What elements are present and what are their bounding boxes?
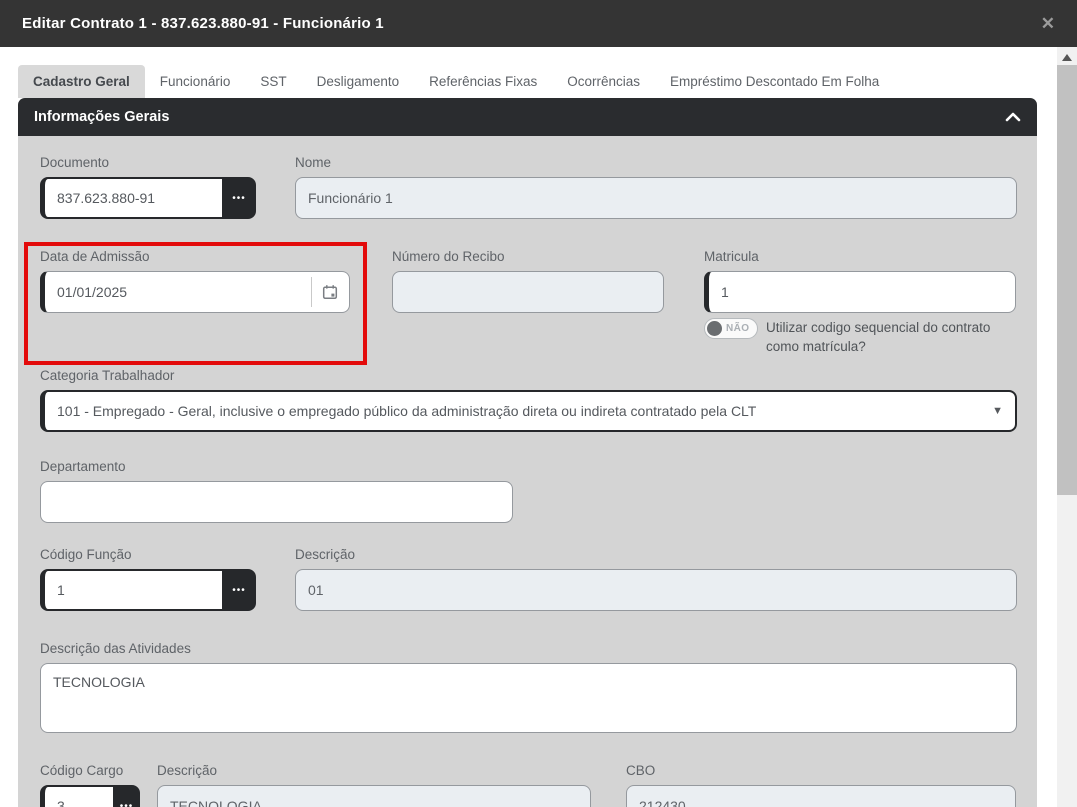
modal-content: Cadastro Geral Funcionário SST Desligame…	[0, 47, 1057, 807]
codigo-cargo-input[interactable]	[40, 785, 113, 807]
matricula-input[interactable]	[704, 271, 1016, 313]
descricao-atividades-label: Descrição das Atividades	[40, 641, 1017, 656]
edit-contract-modal: Editar Contrato 1 - 837.623.880-91 - Fun…	[0, 0, 1077, 807]
data-admissao-input[interactable]: 01/01/2025	[40, 271, 350, 313]
tab-cadastro-geral[interactable]: Cadastro Geral	[18, 65, 145, 98]
tab-ocorrencias[interactable]: Ocorrências	[552, 65, 655, 98]
ellipsis-icon: •••	[232, 193, 246, 204]
descricao-funcao-input	[295, 569, 1017, 611]
tab-funcionario[interactable]: Funcionário	[145, 65, 246, 98]
documento-input[interactable]	[40, 177, 222, 219]
tab-bar: Cadastro Geral Funcionário SST Desligame…	[0, 47, 1057, 98]
codigo-cargo-label: Código Cargo	[40, 763, 140, 778]
close-icon[interactable]: ✕	[1041, 15, 1055, 32]
descricao-funcao-label: Descrição	[295, 547, 1017, 562]
categoria-trabalhador-select[interactable]: 101 - Empregado - Geral, inclusive o emp…	[40, 390, 1017, 432]
codigo-cargo-lookup-button[interactable]: •••	[113, 785, 140, 807]
tab-sst[interactable]: SST	[245, 65, 301, 98]
matricula-sequencial-toggle[interactable]: NÃO	[704, 318, 758, 339]
codigo-funcao-input[interactable]	[40, 569, 222, 611]
tab-emprestimo-descontado[interactable]: Empréstimo Descontado Em Folha	[655, 65, 894, 98]
numero-recibo-input	[392, 271, 664, 313]
modal-titlebar: Editar Contrato 1 - 837.623.880-91 - Fun…	[0, 0, 1077, 47]
documento-lookup-button[interactable]: •••	[222, 177, 256, 219]
calendar-icon[interactable]	[311, 277, 349, 307]
scrollbar-thumb[interactable]	[1057, 65, 1077, 495]
informacoes-gerais-panel: Informações Gerais Documento •••	[18, 98, 1037, 807]
descricao-cargo-input	[157, 785, 591, 807]
descricao-cargo-label: Descrição	[157, 763, 591, 778]
chevron-up-icon	[1005, 112, 1021, 122]
toggle-question-label: Utilizar codigo sequencial do contrato c…	[766, 318, 1016, 356]
nome-label: Nome	[295, 155, 1017, 170]
modal-title: Editar Contrato 1 - 837.623.880-91 - Fun…	[22, 15, 384, 32]
matricula-label: Matricula	[704, 249, 1016, 264]
departamento-input[interactable]	[40, 481, 513, 523]
ellipsis-icon: •••	[120, 801, 134, 807]
descricao-atividades-textarea[interactable]: TECNOLOGIA	[40, 663, 1017, 733]
dropdown-arrow-icon: ▼	[992, 405, 1003, 417]
departamento-label: Departamento	[40, 459, 513, 474]
tab-referencias-fixas[interactable]: Referências Fixas	[414, 65, 552, 98]
data-admissao-value: 01/01/2025	[57, 284, 311, 300]
categoria-trabalhador-value: 101 - Empregado - Geral, inclusive o emp…	[57, 403, 756, 419]
cbo-label: CBO	[626, 763, 1016, 778]
vertical-scrollbar[interactable]	[1057, 47, 1077, 807]
numero-recibo-label: Número do Recibo	[392, 249, 664, 264]
cbo-input	[626, 785, 1016, 807]
scroll-up-arrow-icon[interactable]	[1062, 54, 1072, 61]
data-admissao-label: Data de Admissão	[40, 249, 350, 264]
ellipsis-icon: •••	[232, 585, 246, 596]
codigo-funcao-lookup-button[interactable]: •••	[222, 569, 256, 611]
categoria-trabalhador-label: Categoria Trabalhador	[40, 368, 1017, 383]
toggle-knob	[707, 321, 722, 336]
form-body: Documento ••• Nome	[18, 136, 1037, 807]
informacoes-gerais-header[interactable]: Informações Gerais	[18, 98, 1037, 136]
toggle-state-label: NÃO	[726, 323, 749, 334]
nome-input	[295, 177, 1017, 219]
tab-desligamento[interactable]: Desligamento	[302, 65, 415, 98]
codigo-funcao-label: Código Função	[40, 547, 256, 562]
documento-label: Documento	[40, 155, 256, 170]
section-title: Informações Gerais	[34, 109, 169, 125]
